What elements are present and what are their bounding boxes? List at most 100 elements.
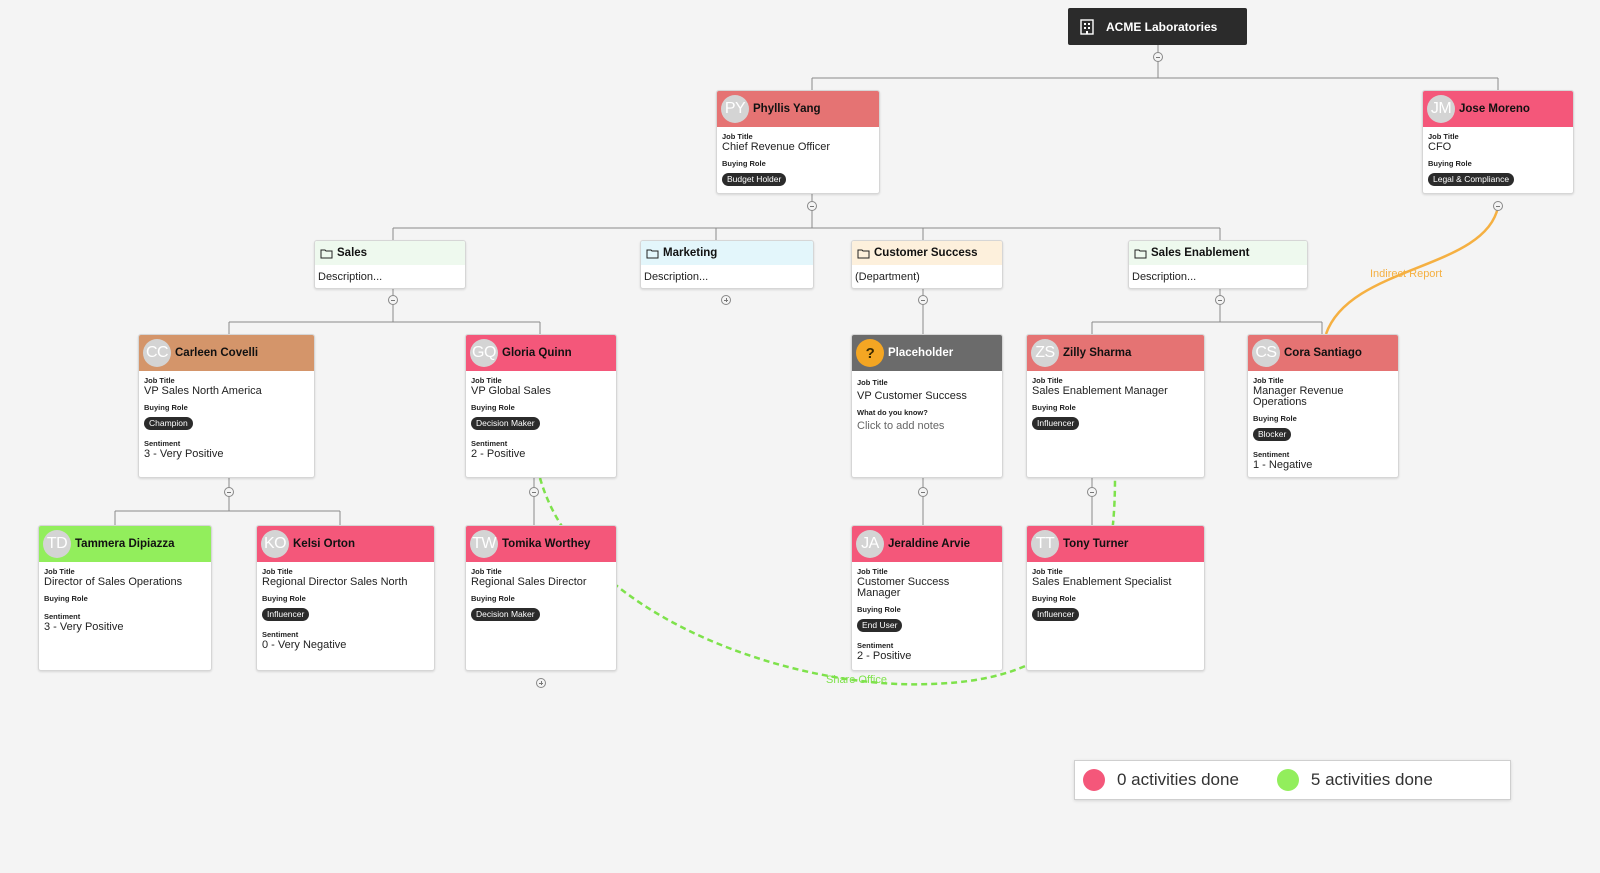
collapse-toggle-customer-success[interactable] [918, 295, 928, 305]
collapse-toggle-root[interactable] [1153, 52, 1163, 62]
person-card-tomika-worthey[interactable]: TW Tomika Worthey Job Title Regional Sal… [465, 525, 617, 671]
indirect-report-label[interactable]: Indirect Report [1370, 268, 1442, 280]
department-description[interactable]: Description... [1129, 265, 1307, 288]
person-card-tony-turner[interactable]: TT Tony Turner Job Title Sales Enablemen… [1026, 525, 1205, 671]
sentiment[interactable]: 1 - Negative [1253, 460, 1393, 471]
job-title[interactable]: Manager Revenue Operations [1253, 386, 1363, 408]
department-card-sales-enablement[interactable]: Sales Enablement Description... [1128, 240, 1308, 289]
department-header: Marketing [641, 241, 813, 265]
job-title[interactable]: Regional Sales Director [471, 577, 611, 588]
person-name: Phyllis Yang [753, 103, 821, 115]
person-card-kelsi-orton[interactable]: KO Kelsi Orton Job Title Regional Direct… [256, 525, 435, 671]
buying-role-badge[interactable]: Champion [144, 417, 193, 430]
person-card-gloria-quinn[interactable]: GQ Gloria Quinn Job Title VP Global Sale… [465, 334, 617, 478]
sentiment[interactable]: 0 - Very Negative [262, 640, 429, 651]
avatar: PY [721, 95, 749, 123]
collapse-toggle-sales[interactable] [388, 295, 398, 305]
collapse-toggle-carleen[interactable] [224, 487, 234, 497]
job-title[interactable]: Chief Revenue Officer [722, 142, 874, 153]
person-card-tammera-dipiazza[interactable]: TD Tammera Dipiazza Job Title Director o… [38, 525, 212, 671]
buying-role-badge[interactable]: Blocker [1253, 428, 1292, 441]
person-card-jeraldine-arvie[interactable]: JA Jeraldine Arvie Job Title Customer Su… [851, 525, 1003, 671]
person-card-zilly-sharma[interactable]: ZS Zilly Sharma Job Title Sales Enableme… [1026, 334, 1205, 478]
notes-input[interactable]: Click to add notes [857, 421, 997, 432]
card-header: TW Tomika Worthey [466, 526, 616, 562]
department-description[interactable]: Description... [315, 265, 465, 288]
card-header: TD Tammera Dipiazza [39, 526, 211, 562]
buying-role-badge[interactable]: Influencer [1032, 608, 1080, 621]
department-description[interactable]: Description... [641, 265, 813, 288]
field-label: Buying Role [722, 159, 766, 168]
card-header: JA Jeraldine Arvie [852, 526, 1002, 562]
collapse-toggle-sales-enablement[interactable] [1215, 295, 1225, 305]
card-header: CC Carleen Covelli [139, 335, 314, 371]
buying-role-badge[interactable]: Decision Maker [471, 608, 540, 621]
sentiment[interactable]: 2 - Positive [857, 651, 997, 662]
collapse-toggle-zilly[interactable] [1087, 487, 1097, 497]
buying-role-badge[interactable]: Budget Holder [722, 173, 787, 186]
person-name: Tomika Worthey [502, 538, 591, 550]
person-name: Zilly Sharma [1063, 347, 1132, 359]
person-name: Gloria Quinn [502, 347, 572, 359]
avatar: CS [1252, 339, 1280, 367]
person-name: Carleen Covelli [175, 347, 259, 359]
field-label: Buying Role [471, 403, 515, 412]
field-label: Buying Role [857, 605, 901, 614]
card-header: ? Placeholder [852, 335, 1002, 371]
connector-se [1091, 289, 1323, 334]
avatar: TD [43, 530, 71, 558]
building-icon [1080, 18, 1094, 35]
person-card-placeholder[interactable]: ? Placeholder Job Title VP Customer Succ… [851, 334, 1003, 478]
job-title[interactable]: Customer Success Manager [857, 577, 967, 599]
job-title[interactable]: Sales Enablement Manager [1032, 386, 1199, 397]
share-office-label[interactable]: Share Office [826, 674, 887, 686]
field-label: What do you know? [857, 408, 928, 417]
card-header: PY Phyllis Yang [717, 91, 879, 127]
sentiment[interactable]: 3 - Very Positive [44, 622, 206, 633]
buying-role-badge[interactable]: Decision Maker [471, 417, 540, 430]
person-card-phyllis-yang[interactable]: PY Phyllis Yang Job Title Chief Revenue … [716, 90, 880, 194]
job-title[interactable]: VP Customer Success [857, 391, 997, 402]
buying-role-badge[interactable]: Influencer [262, 608, 310, 621]
department-card-marketing[interactable]: Marketing Description... [640, 240, 814, 289]
person-card-carleen-covelli[interactable]: CC Carleen Covelli Job Title VP Sales No… [138, 334, 315, 478]
question-mark-icon: ? [856, 339, 884, 367]
expand-toggle-marketing[interactable] [721, 295, 731, 305]
field-label: Buying Role [144, 403, 188, 412]
collapse-toggle-jose[interactable] [1493, 201, 1503, 211]
collapse-toggle-placeholder[interactable] [918, 487, 928, 497]
sentiment[interactable]: 2 - Positive [471, 449, 611, 460]
activity-legend: 0 activities done 5 activities done [1074, 760, 1511, 800]
legend-item-label: 0 activities done [1117, 770, 1239, 789]
job-title[interactable]: CFO [1428, 142, 1568, 153]
field-label: Buying Role [1428, 159, 1472, 168]
person-card-cora-santiago[interactable]: CS Cora Santiago Job Title Manager Reven… [1247, 334, 1399, 478]
department-card-customer-success[interactable]: Customer Success (Department) [851, 240, 1003, 289]
department-name: Marketing [663, 247, 718, 259]
department-header: Customer Success [852, 241, 1002, 265]
collapse-toggle-phyllis[interactable] [807, 201, 817, 211]
buying-role-badge[interactable]: Influencer [1032, 417, 1080, 430]
card-header: GQ Gloria Quinn [466, 335, 616, 371]
person-card-jose-moreno[interactable]: JM Jose Moreno Job Title CFO Buying Role… [1422, 90, 1574, 194]
collapse-toggle-gloria[interactable] [529, 487, 539, 497]
department-description[interactable]: (Department) [852, 265, 1002, 288]
department-header: Sales [315, 241, 465, 265]
job-title[interactable]: Director of Sales Operations [44, 577, 206, 588]
sentiment[interactable]: 3 - Very Positive [144, 449, 309, 460]
job-title[interactable]: Regional Director Sales North [262, 577, 429, 588]
company-root-node[interactable]: ACME Laboratories [1068, 8, 1247, 45]
job-title[interactable]: VP Global Sales [471, 386, 611, 397]
buying-role-badge[interactable]: End User [857, 619, 903, 632]
department-card-sales[interactable]: Sales Description... [314, 240, 466, 289]
expand-toggle-tomika[interactable] [536, 678, 546, 688]
buying-role-badge[interactable]: Legal & Compliance [1428, 173, 1515, 186]
card-header: KO Kelsi Orton [257, 526, 434, 562]
job-title[interactable]: Sales Enablement Specialist [1032, 577, 1199, 588]
department-name: Sales [337, 247, 368, 259]
connector-phyllis [392, 194, 1221, 240]
field-label: Buying Role [1253, 414, 1297, 423]
folder-icon [320, 249, 333, 258]
person-name: Jeraldine Arvie [888, 538, 971, 550]
job-title[interactable]: VP Sales North America [144, 386, 309, 397]
